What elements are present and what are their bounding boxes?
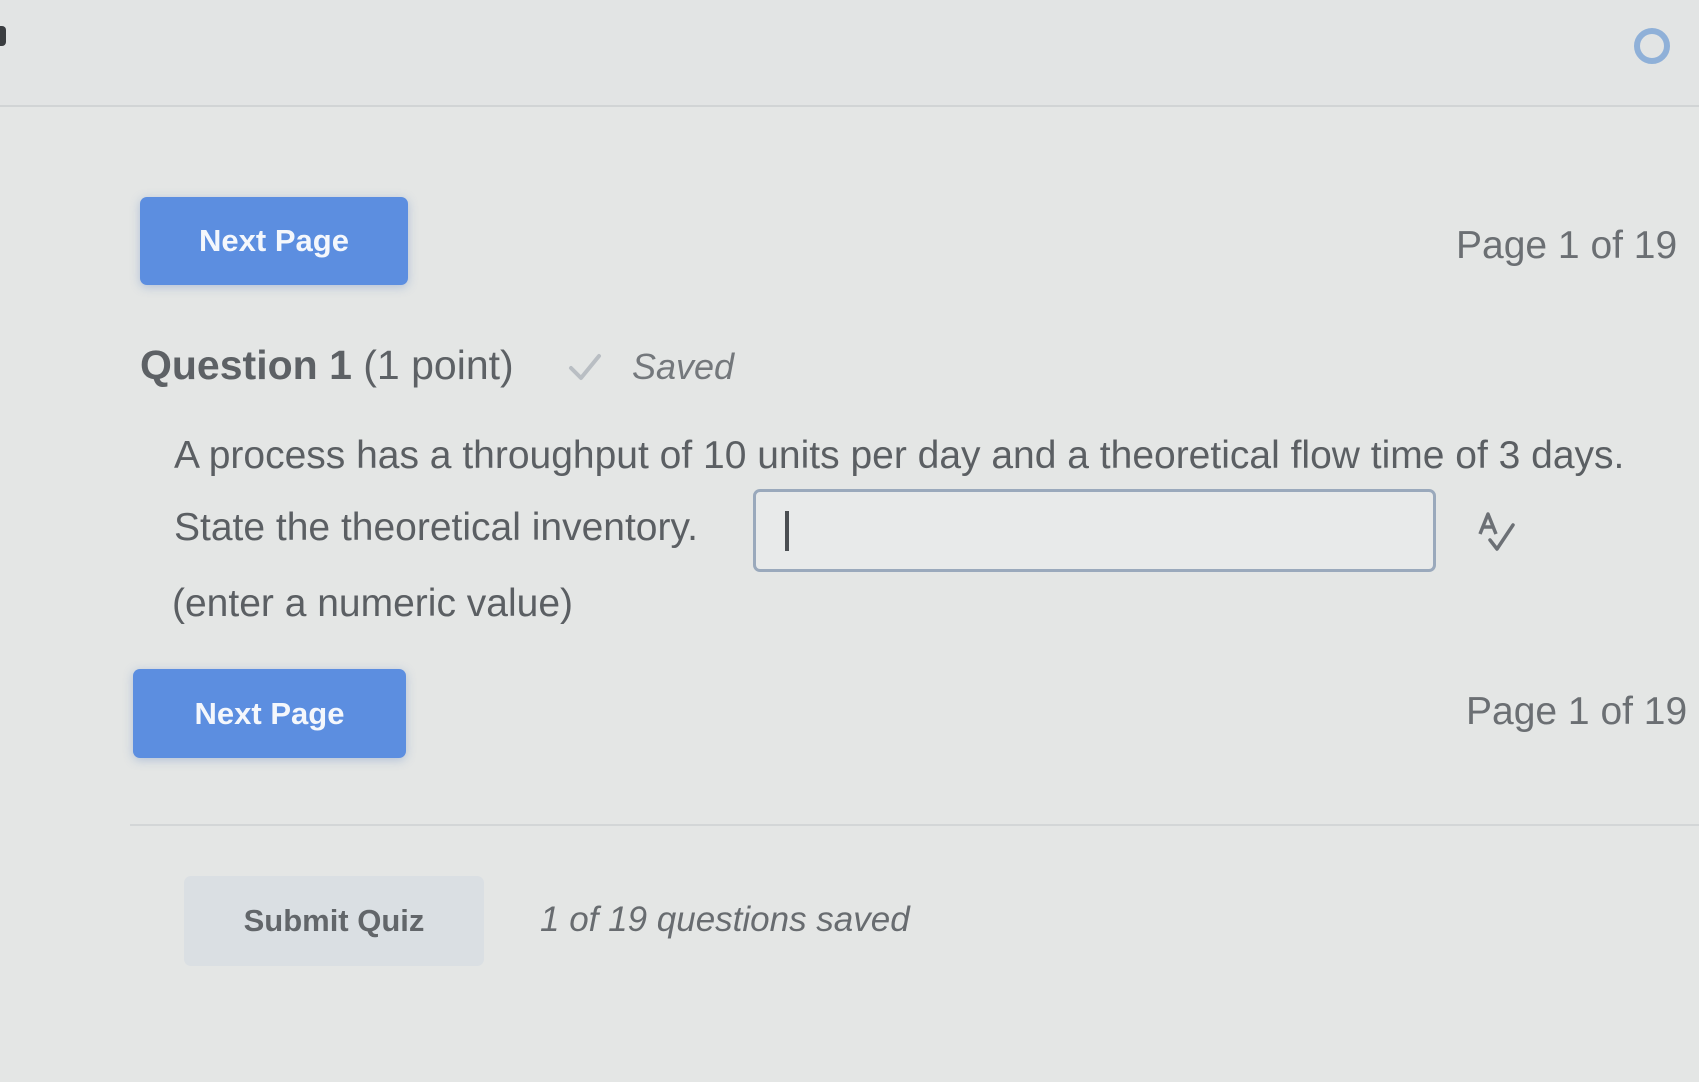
checkmark-icon — [569, 354, 601, 380]
loading-ring-icon — [1634, 28, 1670, 64]
saved-questions-count: 1 of 19 questions saved — [540, 900, 910, 939]
page-indicator-bottom: Page 1 of 19 — [1466, 690, 1688, 733]
window-edge-marker — [0, 26, 6, 46]
page-indicator-top: Page 1 of 19 — [1456, 224, 1678, 267]
question-prompt: A process has a throughput of 10 units p… — [174, 434, 1625, 477]
question-title: Question 1 — [140, 342, 352, 388]
section-divider — [130, 824, 1699, 826]
text-caret — [785, 511, 789, 551]
answer-input[interactable] — [753, 489, 1436, 572]
next-page-button-top[interactable]: Next Page — [140, 197, 408, 285]
answer-hint: (enter a numeric value) — [172, 582, 574, 625]
question-header: Question 1 (1 point) — [140, 342, 514, 389]
spellcheck-icon[interactable] — [1476, 510, 1516, 554]
question-prompt-continued: State the theoretical inventory. — [174, 506, 698, 549]
saved-status: Saved — [568, 346, 734, 388]
next-page-button-bottom[interactable]: Next Page — [133, 669, 406, 758]
saved-status-label: Saved — [632, 346, 735, 387]
top-bar — [0, 0, 1699, 107]
submit-quiz-button[interactable]: Submit Quiz — [184, 876, 484, 966]
question-points: (1 point) — [363, 342, 514, 388]
